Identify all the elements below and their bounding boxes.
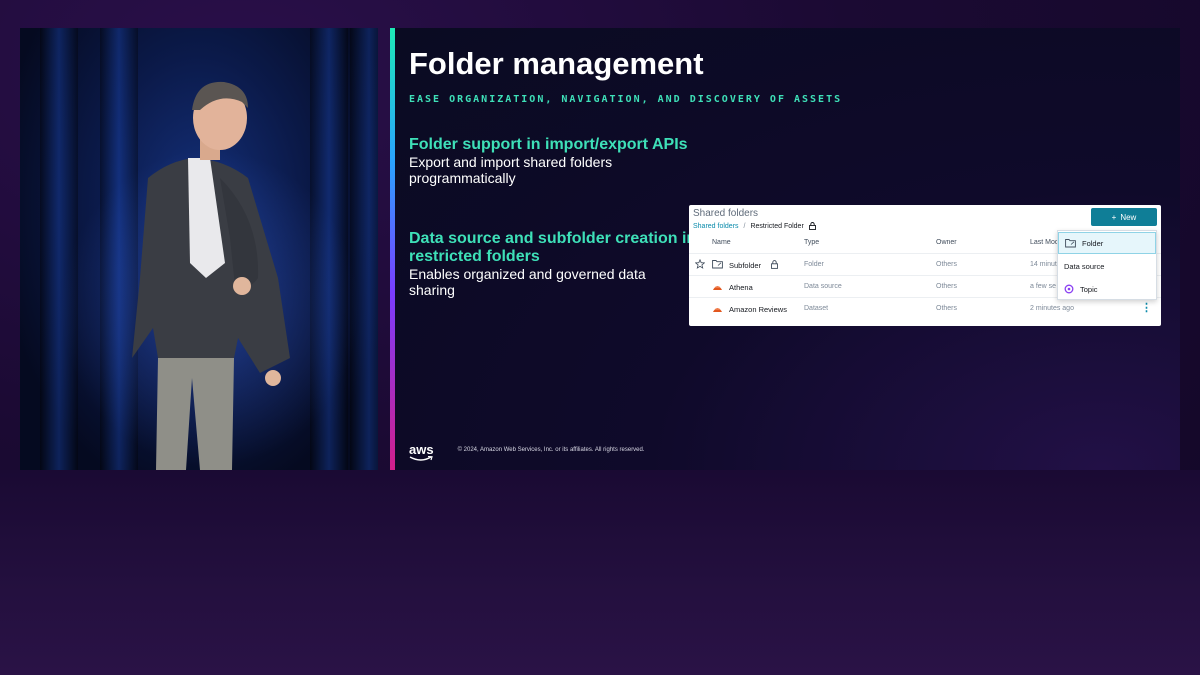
row-name[interactable]: Amazon Reviews xyxy=(729,305,787,314)
row-name[interactable]: Subfolder xyxy=(729,261,761,270)
section-heading-restricted-folders: Data source and subfolder creation in re… xyxy=(409,230,697,265)
row-modified: 14 minut xyxy=(1030,261,1057,268)
aws-logo: aws xyxy=(409,442,434,461)
menu-item-topic[interactable]: Topic xyxy=(1058,278,1156,300)
section-body-import-export: Export and import shared folders program… xyxy=(409,154,613,186)
speaker-figure xyxy=(132,81,290,470)
accent-bar xyxy=(390,28,395,470)
presentation-slide: Folder management EASE ORGANIZATION, NAV… xyxy=(390,28,1180,470)
folder-icon xyxy=(1065,239,1076,248)
athena-icon xyxy=(712,281,723,294)
column-name[interactable]: Name xyxy=(712,239,731,246)
section-body-restricted-folders: Enables organized and governed data shar… xyxy=(409,266,646,298)
row-modified: 2 minutes ago xyxy=(1030,305,1074,312)
new-dropdown-menu: Folder Data source Topic xyxy=(1057,230,1157,300)
column-type[interactable]: Type xyxy=(804,239,819,246)
menu-item-label: Folder xyxy=(1082,238,1104,248)
dataset-icon xyxy=(712,303,723,316)
menu-item-folder[interactable]: Folder xyxy=(1058,232,1156,254)
column-owner[interactable]: Owner xyxy=(936,239,957,246)
breadcrumb-current: Restricted Folder xyxy=(750,222,804,230)
row-type: Folder xyxy=(804,261,824,268)
topic-icon xyxy=(1064,284,1074,294)
star-icon[interactable] xyxy=(694,258,706,271)
menu-item-data-source[interactable]: Data source xyxy=(1058,255,1156,277)
row-type: Dataset xyxy=(804,305,829,312)
lock-icon xyxy=(808,222,816,230)
menu-item-label: Topic xyxy=(1080,284,1098,294)
background-shelf xyxy=(0,470,1200,675)
row-owner: Others xyxy=(936,261,958,268)
breadcrumb-root[interactable]: Shared folders xyxy=(693,223,739,230)
slide-title: Folder management xyxy=(409,46,704,81)
row-owner: Others xyxy=(936,305,958,312)
breadcrumb: Shared folders / Restricted Folder xyxy=(693,222,816,230)
breadcrumb-separator: / xyxy=(743,222,746,230)
row-modified: a few se xyxy=(1030,283,1057,290)
folder-icon xyxy=(712,259,723,271)
more-actions-icon[interactable]: ⋮ xyxy=(1141,301,1152,314)
new-button[interactable]: + New xyxy=(1091,208,1157,226)
new-button-label: New xyxy=(1120,212,1137,222)
speaker-video xyxy=(20,28,378,470)
row-type: Data source xyxy=(804,283,842,290)
lock-icon xyxy=(771,260,778,271)
table-row[interactable]: Amazon Reviews Dataset Others 2 minutes … xyxy=(689,297,1161,319)
menu-item-label: Data source xyxy=(1064,261,1105,271)
copyright-text: © 2024, Amazon Web Services, Inc. or its… xyxy=(457,446,645,453)
shared-folders-title: Shared folders xyxy=(693,208,759,219)
slide-subtitle: EASE ORGANIZATION, NAVIGATION, AND DISCO… xyxy=(409,94,843,105)
section-heading-import-export: Folder support in import/export APIs xyxy=(409,136,688,153)
row-owner: Others xyxy=(936,283,958,290)
slide-footer: aws © 2024, Amazon Web Services, Inc. or… xyxy=(409,442,645,461)
row-name[interactable]: Athena xyxy=(729,283,753,292)
column-modified[interactable]: Last Mod xyxy=(1030,239,1059,246)
plus-icon: + xyxy=(1111,212,1117,222)
aws-smile-icon xyxy=(409,456,433,461)
shared-folders-screenshot: Shared folders Shared folders / Restrict… xyxy=(689,205,1161,326)
